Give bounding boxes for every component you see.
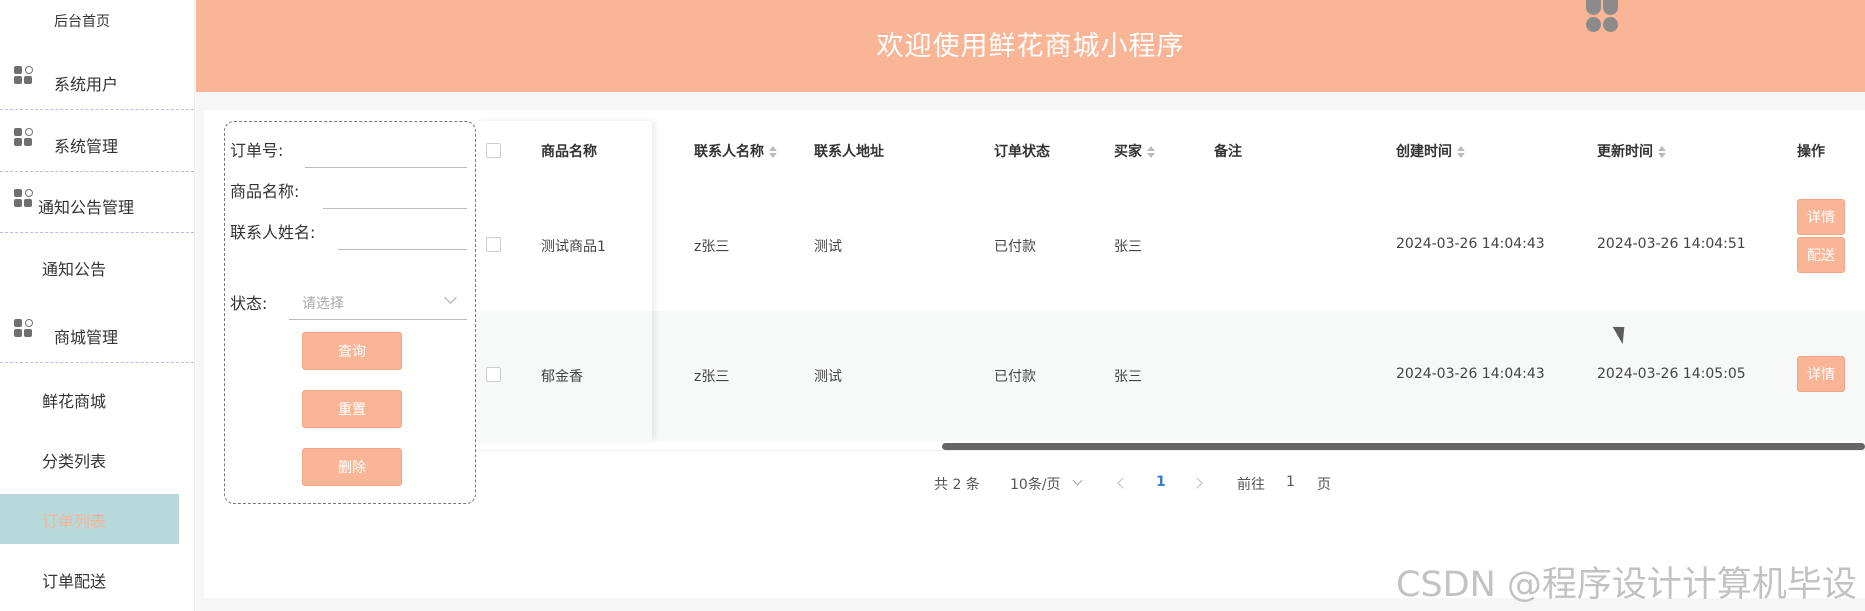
detail-button[interactable]: 详情 (1797, 199, 1845, 235)
product-name-label: 商品名称: (230, 182, 300, 201)
sidebar-item-notice-management[interactable]: 通知公告管理 (0, 172, 194, 233)
sidebar-item-system-management[interactable]: 系统管理 (0, 111, 194, 172)
sidebar-item-label: 后台首页 (54, 14, 110, 30)
status-cell: 已付款 (994, 369, 1036, 385)
sidebar-item-label: 系统用户 (54, 75, 119, 94)
deliver-button[interactable]: 配送 (1797, 237, 1845, 273)
header-bar: 欢迎使用鲜花商城小程序 (196, 0, 1865, 92)
page-size-value: 10条/页 (1010, 477, 1061, 493)
column-header: 操作 (1797, 144, 1825, 160)
sidebar-item-label: 订单配送 (42, 572, 107, 591)
watermark: CSDN @程序设计计算机毕设 (1396, 565, 1857, 605)
column-header-label: 创建时间 (1396, 144, 1452, 160)
total-count: 共 2 条 (934, 477, 980, 493)
sidebar: 后台首页 系统用户 系统管理 通知公告管理 通知公告 商城管理 鲜花商城 分类列… (0, 0, 195, 611)
reset-button[interactable]: 重置 (302, 390, 402, 428)
page-suffix: 页 (1317, 477, 1331, 493)
column-header-sortable[interactable]: 创建时间 (1396, 141, 1465, 161)
address-cell: 测试 (814, 369, 842, 385)
contact-name-cell: z张三 (694, 239, 730, 255)
column-header: 订单状态 (994, 144, 1050, 160)
delete-button[interactable]: 删除 (302, 448, 402, 486)
status-cell: 已付款 (994, 239, 1036, 255)
sidebar-item-home[interactable]: 后台首页 (0, 0, 194, 40)
created-cell: 2024-03-26 14:04:43 (1396, 236, 1545, 252)
order-table: 商品名称 联系人名称 联系人地址 订单状态 买家 备注 创建时间 更新时间 操作… (476, 121, 1865, 451)
updated-cell: 2024-03-26 14:05:05 (1597, 366, 1746, 382)
detail-button[interactable]: 详情 (1797, 356, 1845, 392)
buyer-cell: 张三 (1114, 239, 1142, 255)
column-header-sortable[interactable]: 联系人名称 (694, 141, 777, 161)
logo-icon (1584, 0, 1620, 36)
horizontal-scrollbar[interactable] (942, 443, 1865, 450)
sidebar-item-label: 鲜花商城 (42, 392, 107, 411)
status-label: 状态: (230, 294, 268, 313)
sidebar-item-order-list[interactable]: 订单列表 (0, 494, 179, 544)
product-name-input[interactable] (323, 208, 467, 209)
status-underline (289, 319, 467, 320)
column-header: 联系人地址 (814, 144, 884, 160)
column-header: 备注 (1214, 144, 1242, 160)
sidebar-item-category-list[interactable]: 分类列表 (0, 444, 194, 474)
chevron-down-icon (444, 291, 457, 304)
contact-name-label: 联系人姓名: (230, 223, 316, 242)
address-cell: 测试 (814, 239, 842, 255)
grid-icon (14, 66, 34, 86)
goto-page-input[interactable]: 1 (1286, 474, 1295, 490)
divider (476, 450, 1865, 451)
column-header-sortable[interactable]: 买家 (1114, 141, 1155, 161)
table-row: 郁金香 z张三 测试 已付款 张三 2024-03-26 14:04:43 20… (476, 311, 1865, 441)
order-no-label: 订单号: (230, 141, 284, 160)
created-cell: 2024-03-26 14:04:43 (1396, 366, 1545, 382)
search-panel: 订单号: 商品名称: 联系人姓名: 状态: 请选择 查询 重置 删除 (224, 121, 476, 504)
column-header-label: 联系人名称 (694, 144, 764, 160)
contact-name-cell: z张三 (694, 369, 730, 385)
sidebar-item-flower-mall[interactable]: 鲜花商城 (0, 384, 194, 414)
sidebar-item-order-delivery[interactable]: 订单配送 (0, 564, 194, 594)
column-header-label: 更新时间 (1597, 144, 1653, 160)
sidebar-item-mall-management[interactable]: 商城管理 (0, 302, 194, 363)
page-size-select[interactable]: 10条/页 (1010, 474, 1061, 494)
sidebar-item-label: 通知公告管理 (38, 198, 135, 217)
sidebar-item-system-users[interactable]: 系统用户 (0, 49, 194, 110)
column-header-label: 买家 (1114, 144, 1142, 160)
grid-icon (14, 128, 34, 148)
column-header-sortable[interactable]: 更新时间 (1597, 141, 1666, 161)
sidebar-item-label: 通知公告 (42, 260, 107, 279)
order-no-input[interactable] (305, 167, 467, 168)
contact-name-input[interactable] (338, 249, 467, 250)
goto-label: 前往 (1237, 477, 1265, 493)
sort-icon (1658, 146, 1666, 158)
grid-icon (14, 319, 34, 339)
query-button[interactable]: 查询 (302, 332, 402, 370)
current-page[interactable]: 1 (1156, 474, 1166, 490)
updated-cell: 2024-03-26 14:04:51 (1597, 236, 1746, 252)
sort-icon (1147, 146, 1155, 158)
sidebar-item-label: 商城管理 (54, 328, 119, 347)
grid-icon (14, 189, 34, 209)
sidebar-item-label: 分类列表 (42, 452, 107, 471)
sort-icon (1457, 146, 1465, 158)
fixed-column-shadow (476, 121, 652, 441)
status-placeholder: 请选择 (302, 296, 344, 312)
buyer-cell: 张三 (1114, 369, 1142, 385)
sidebar-item-notice[interactable]: 通知公告 (0, 252, 194, 282)
sidebar-item-label: 订单列表 (42, 512, 107, 531)
table-row: 测试商品1 z张三 测试 已付款 张三 2024-03-26 14:04:43 … (476, 171, 1865, 311)
sort-icon (769, 146, 777, 158)
sidebar-item-label: 系统管理 (54, 137, 119, 156)
